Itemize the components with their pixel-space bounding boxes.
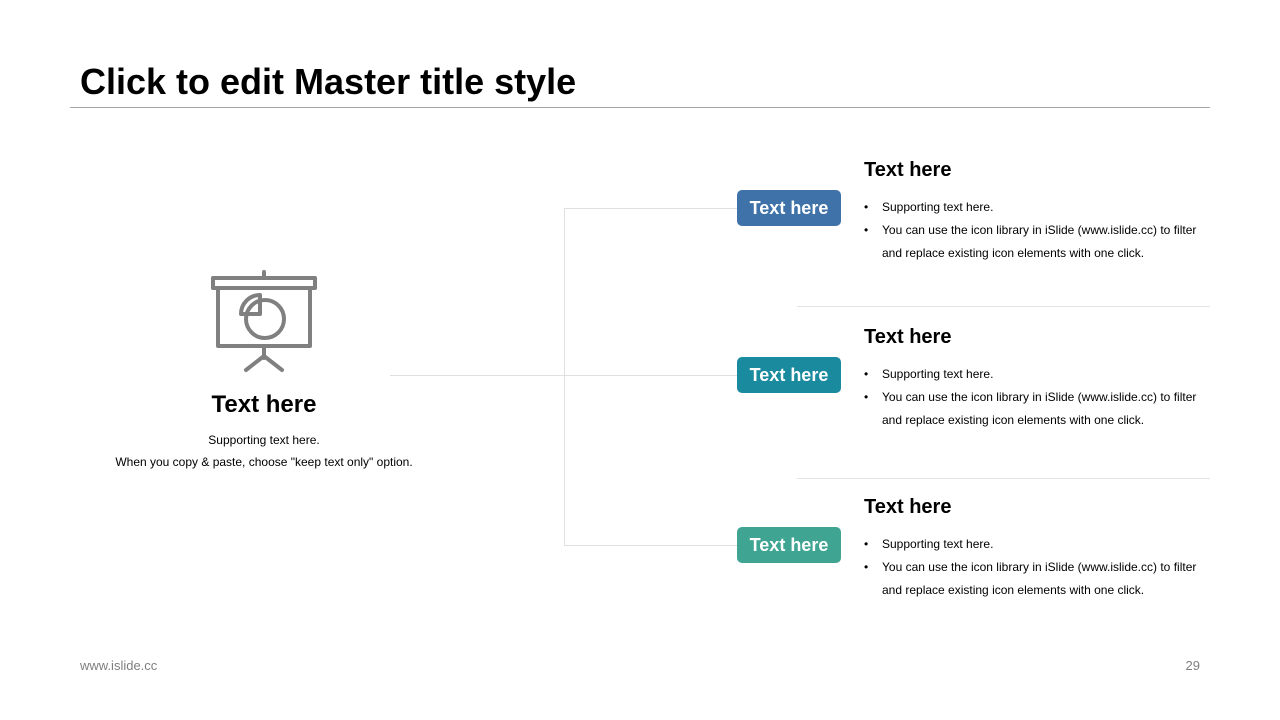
bullet-text: You can use the icon library in iSlide (… xyxy=(882,560,1197,597)
bullet-item: • Supporting text here. xyxy=(864,363,1204,386)
center-supporting-text: Supporting text here. xyxy=(208,433,320,447)
bullet-dot: • xyxy=(864,537,869,551)
bullet-text: You can use the icon library in iSlide (… xyxy=(882,223,1197,260)
bullet-dot: • xyxy=(864,560,869,574)
bullet-dot: • xyxy=(864,223,869,237)
item-divider-2 xyxy=(797,478,1210,479)
footer-page-number: 29 xyxy=(1185,658,1200,673)
bullet-dot: • xyxy=(864,390,869,404)
bullet-item: • Supporting text here. xyxy=(864,196,1204,219)
bullet-dot: • xyxy=(864,200,869,214)
item-2-pill-label: Text here xyxy=(749,364,829,385)
bullet-text: Supporting text here. xyxy=(882,367,994,381)
bullet-item: • You can use the icon library in iSlide … xyxy=(864,219,1204,265)
bullet-dot: • xyxy=(864,367,869,381)
connector-lines xyxy=(390,208,737,546)
item-2-bullets: • Supporting text here. • You can use the … xyxy=(864,363,1204,432)
bullet-text: You can use the icon library in iSlide (… xyxy=(882,390,1197,427)
item-3-heading: Text here xyxy=(864,496,952,518)
item-2-heading: Text here xyxy=(864,326,952,348)
center-heading: Text here xyxy=(211,391,317,418)
bullet-item: • Supporting text here. xyxy=(864,533,1204,556)
item-1-bullets: • Supporting text here. • You can use the … xyxy=(864,196,1204,265)
footer-website: www.islide.cc xyxy=(80,658,158,673)
center-copy-paste-note: When you copy & paste, choose "keep text… xyxy=(115,455,413,469)
item-1-pill: Text here xyxy=(737,190,841,226)
item-2-pill: Text here xyxy=(737,357,841,393)
item-1-heading: Text here xyxy=(864,159,952,181)
bullet-text: Supporting text here. xyxy=(882,200,994,214)
item-divider-1 xyxy=(797,306,1210,307)
bullet-item: • You can use the icon library in iSlide … xyxy=(864,556,1204,602)
item-3-pill: Text here xyxy=(737,527,841,563)
item-1-pill-label: Text here xyxy=(749,197,829,218)
item-3-bullets: • Supporting text here. • You can use the … xyxy=(864,533,1204,602)
bullet-text: Supporting text here. xyxy=(882,537,994,551)
presentation-board-icon xyxy=(208,268,320,376)
bullet-item: • You can use the icon library in iSlide … xyxy=(864,386,1204,432)
item-3-pill-label: Text here xyxy=(749,534,829,555)
